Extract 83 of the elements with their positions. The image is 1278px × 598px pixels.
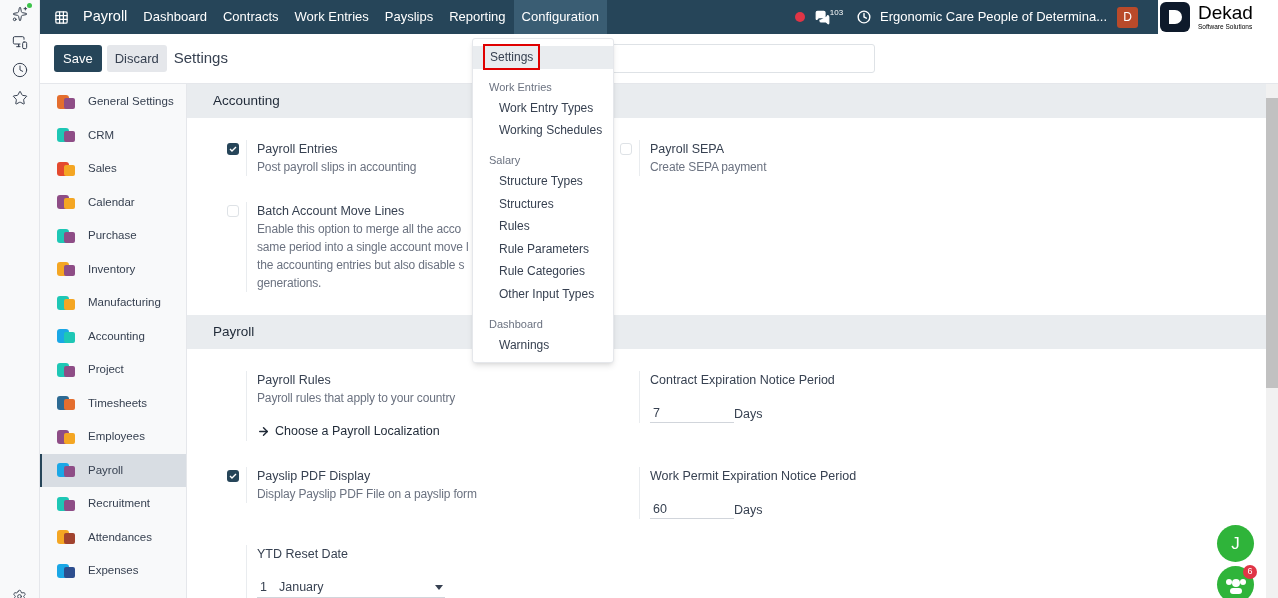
messages-icon[interactable] [814,9,830,25]
app-tab[interactable]: Recruitment [40,487,186,521]
number-field[interactable]: 7 [650,404,734,424]
menu-item[interactable]: Structure Types [473,169,613,193]
menu-item[interactable]: Work Entry Types [473,96,613,120]
setting-title: Payroll Entries [257,141,339,158]
menu-item[interactable]: Structures [473,192,613,215]
arrow-icon [257,425,270,439]
app-tab[interactable]: General Settings [40,85,186,119]
star-icon[interactable] [11,90,28,106]
nav-menu[interactable]: Configuration [513,0,607,34]
menu-item[interactable]: Warnings [473,333,613,356]
device-icon[interactable] [11,34,28,50]
checkbox[interactable] [227,143,239,155]
setting-title: Batch Account Move Lines [257,203,406,220]
setting-title: Contract Expiration Notice Period [650,372,835,390]
setting-title: YTD Reset Date [257,546,349,563]
nav-menu[interactable]: Payslips [376,0,442,34]
check-icon [229,145,237,153]
history-icon[interactable] [11,62,28,78]
nav-menu[interactable]: Reporting [441,0,514,34]
save-button[interactable]: Save [54,45,102,72]
number-field[interactable]: 60 [650,500,734,519]
menu-item[interactable]: Settings [473,46,613,69]
app-tab[interactable]: Purchase [40,219,186,253]
app-tab[interactable]: Manufacturing [40,286,186,320]
app-tab[interactable]: Project [40,353,186,387]
checkbox[interactable] [620,143,632,155]
setting-description: Display Payslip PDF File on a payslip form [257,486,477,503]
unit-label: Days [734,502,763,519]
setting-title: Payroll Rules [257,372,332,390]
app-name[interactable]: Payroll [81,6,130,28]
sparkle-icon[interactable] [11,6,28,22]
setting-description: generations. [257,275,323,292]
logo-name: Dekad [1198,3,1253,23]
nav-menu[interactable]: Work Entries [286,0,377,34]
status-dot-online [27,3,32,8]
activity-icon[interactable] [857,10,872,24]
setting-description: Post payroll slips in accounting [257,159,417,176]
setting-description: same period into a single account move l [257,239,469,256]
setting-description: Payroll rules that apply to your country [257,390,456,408]
page-title: Settings [173,48,228,69]
company-name[interactable]: Ergonomic Care People of Determina... [880,7,1107,27]
app-tab[interactable]: Timesheets [40,386,186,420]
app-tab[interactable]: Accounting [40,319,186,353]
app-tab[interactable]: Employees [40,420,186,454]
setting-description: Create SEPA payment [650,159,767,176]
app-tab[interactable]: Expenses [40,554,186,588]
check-icon [229,472,237,480]
menu-group-header: Dashboard [488,316,544,332]
app-tab[interactable]: Payroll [40,453,186,487]
scrollbar[interactable] [1266,84,1278,598]
caret-icon [435,584,443,590]
checkbox[interactable] [227,205,239,217]
app-tab[interactable]: Inventory [40,252,186,286]
menu-item[interactable]: Rule Categories [473,260,613,283]
app-tab[interactable]: CRM [40,118,186,152]
menu-item[interactable]: Rule Parameters [473,237,613,261]
setting-description: the accounting entries but also disable s [257,257,466,274]
app-tab[interactable]: Sales [40,152,186,186]
month-select[interactable]: 1 January [257,577,445,598]
localization-link[interactable]: Choose a Payroll Localization [257,422,456,441]
menu-item[interactable]: Working Schedules [473,119,613,142]
nav-menu[interactable]: Contracts [214,0,287,34]
notification-badge: 6 [1243,565,1257,579]
unit-label: Days [734,406,763,424]
checkbox[interactable] [227,470,239,482]
app-tab[interactable]: Attendances [40,520,186,554]
messages-count: 103 [829,7,844,19]
group-chat-avatar[interactable] [1217,566,1254,598]
menu-item[interactable]: Rules [473,214,613,238]
setting-title: Work Permit Expiration Notice Period [650,468,857,485]
menu-group-header: Salary [488,153,522,169]
setting-title: Payslip PDF Display [257,468,372,485]
user-avatar[interactable]: D [1117,6,1138,28]
menu-group-header: Work Entries [488,79,553,95]
menu-item[interactable]: Other Input Types [473,282,613,306]
setting-title: Payroll SEPA [650,141,726,158]
discard-button[interactable]: Discard [106,45,167,72]
app-tab[interactable]: Calendar [40,185,186,219]
nav-menu[interactable]: Dashboard [135,0,215,34]
apps-menu-icon[interactable] [54,9,69,25]
setting-description: Enable this option to merge all the acco [257,221,463,238]
